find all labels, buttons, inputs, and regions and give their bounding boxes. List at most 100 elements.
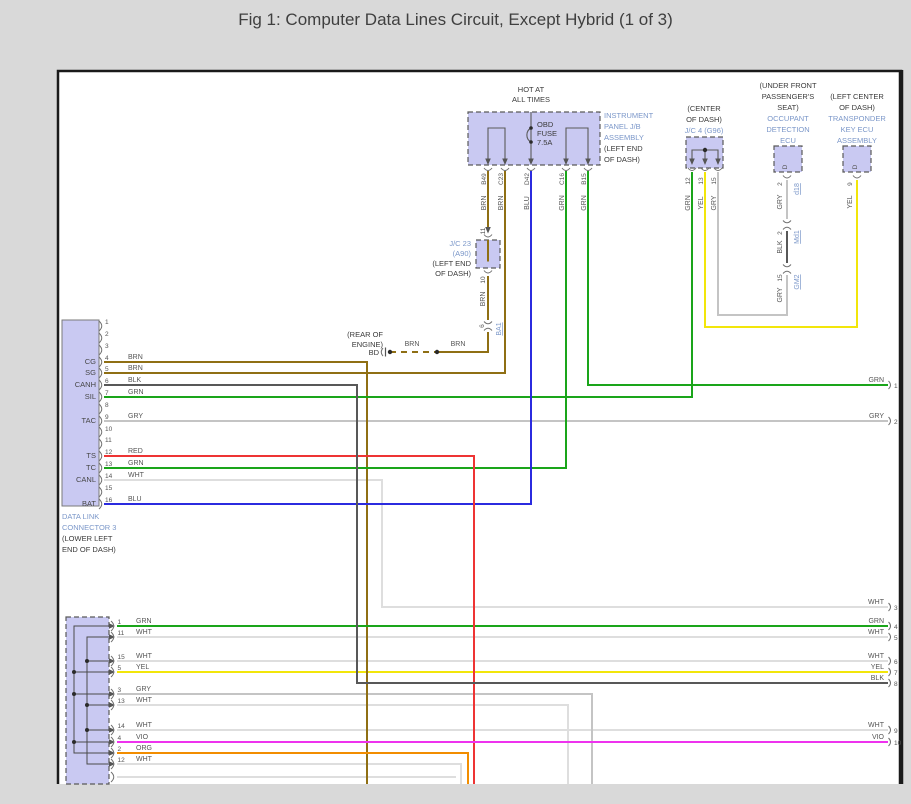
wire-color-label: GRN <box>868 618 884 625</box>
wire-color-label: BLU <box>128 496 142 503</box>
ecu-name: ECU <box>780 136 796 145</box>
fuse-label: 7.5A <box>537 138 552 147</box>
fuse-dot <box>529 126 533 130</box>
edge-number: 2 <box>894 419 898 426</box>
wire-color-label: GRY <box>777 194 784 209</box>
connector-pin: 3 <box>118 687 122 694</box>
wire-color-label: GRY <box>128 413 143 420</box>
wire-color-label: BRN <box>128 365 143 372</box>
dlc3-pin: 12 <box>105 449 113 456</box>
wire-color-label: BRN <box>405 341 420 348</box>
wire-color-label: WHT <box>868 599 885 606</box>
jc4-location: OF DASH) <box>686 115 722 124</box>
junction-dot <box>72 670 76 674</box>
jb-power-label: ALL TIMES <box>512 95 550 104</box>
dlc3-signal: BAT <box>82 499 96 508</box>
wire-color-label: BRN <box>128 354 143 361</box>
dlc3-pin: 9 <box>105 414 109 421</box>
wire-color-label: GRY <box>869 413 884 420</box>
junction-dot <box>85 728 89 732</box>
wiring-diagram-page: Fig 1: Computer Data Lines Circuit, Exce… <box>0 0 911 804</box>
jb-name: INSTRUMENT <box>604 111 654 120</box>
wire-color-label: YEL <box>698 196 705 209</box>
edge-number: 3 <box>894 605 898 612</box>
junction-dot <box>72 740 76 744</box>
wire-color-label: WHT <box>136 697 153 704</box>
fuse-label: OBD <box>537 120 554 129</box>
jc23-pin: 10 <box>480 276 487 284</box>
wire-color-label: WHT <box>136 629 153 636</box>
jc23-location: (LEFT END <box>432 259 471 268</box>
dlc3-signal: CG <box>85 357 96 366</box>
fuse-dot <box>529 140 533 144</box>
dlc3-pin: 3 <box>105 343 109 350</box>
wire-color-label: BLK <box>128 377 142 384</box>
splice-pin: 2 <box>777 231 784 235</box>
wire-color-label: GRN <box>559 195 566 211</box>
connector-id: d18 <box>794 183 801 195</box>
ecu-location: OF DASH) <box>839 103 875 112</box>
connector-pin: 15 <box>118 654 126 661</box>
connector-pin: 4 <box>118 735 122 742</box>
jb-name: ASSEMBLY <box>604 133 644 142</box>
ecu-location: SEAT) <box>777 103 799 112</box>
dlc3-signal: TS <box>86 451 96 460</box>
jc23-location: OF DASH) <box>435 269 471 278</box>
dlc3-pin: 7 <box>105 390 109 397</box>
wire-color-label: WHT <box>128 472 145 479</box>
jb-pin: B15 <box>581 173 588 185</box>
dlc3-pin: 10 <box>105 426 113 433</box>
junction-dot <box>85 703 89 707</box>
dlc3-signal: TAC <box>82 416 97 425</box>
jb-location: (LEFT END <box>604 144 643 153</box>
connector-pin: 14 <box>118 723 126 730</box>
dlc3-signal: SG <box>85 368 96 377</box>
jb-pin: C16 <box>559 173 566 185</box>
ecu-location: (UNDER FRONT <box>759 81 816 90</box>
ecu-pin: 2 <box>777 182 784 186</box>
dlc3-pin: 15 <box>105 485 113 492</box>
wire-color-label: YEL <box>136 664 149 671</box>
wire-color-label: YEL <box>847 195 854 208</box>
edge-number: 9 <box>894 728 898 735</box>
jc23-name: J/C 23 <box>449 239 471 248</box>
ecu-location: PASSENGER'S <box>762 92 815 101</box>
dlc3-pin: 5 <box>105 366 109 373</box>
wire-color-label: GRN <box>128 389 144 396</box>
dlc3-name: CONNECTOR 3 <box>62 523 116 532</box>
ecu-location: (LEFT CENTER <box>830 92 884 101</box>
wire-color-label: WHT <box>868 653 885 660</box>
jb-name: PANEL J/B <box>604 122 641 131</box>
edge-number: 8 <box>894 681 898 688</box>
ecu-pin: 9 <box>847 182 854 186</box>
junction-dot <box>435 350 439 354</box>
junction-dot <box>72 692 76 696</box>
ecu-name: OCCUPANT <box>767 114 809 123</box>
circuit-diagram: HOT AT ALL TIMES OBD FUSE 7.5A INSTRUMEN… <box>0 0 911 804</box>
dlc3-location: (LOWER LEFT <box>62 534 113 543</box>
jb-pin: C23 <box>498 173 505 185</box>
wire-color-label: WHT <box>868 629 885 636</box>
dlc3-pin: 6 <box>105 378 109 385</box>
edge-number: 1 <box>894 383 898 390</box>
wire-color-label: VIO <box>136 734 149 741</box>
wire-color-label: GRN <box>685 195 692 211</box>
junction-dot <box>388 350 392 354</box>
dlc3-pin: 11 <box>105 437 112 444</box>
edge-number: 10 <box>894 740 902 747</box>
jc4-name: J/C 4 (G96) <box>685 126 724 135</box>
wire-color-label: WHT <box>136 756 153 763</box>
jb-power-label: HOT AT <box>518 85 545 94</box>
wire-color-label: RED <box>128 448 143 455</box>
junction-dot <box>703 148 707 152</box>
jb-pin: B49 <box>481 173 488 185</box>
jc23-pin: 11 <box>480 227 487 234</box>
jc4-location: (CENTER <box>687 104 721 113</box>
diagram-panel <box>57 70 903 784</box>
dlc3-pin: 14 <box>105 473 113 480</box>
dlc3-pin: 13 <box>105 461 113 468</box>
dlc3-pin: 2 <box>105 331 109 338</box>
ecu-connector-letter: D <box>852 164 859 169</box>
connector-pin: 12 <box>118 757 126 764</box>
dlc3-pin: 8 <box>105 402 109 409</box>
